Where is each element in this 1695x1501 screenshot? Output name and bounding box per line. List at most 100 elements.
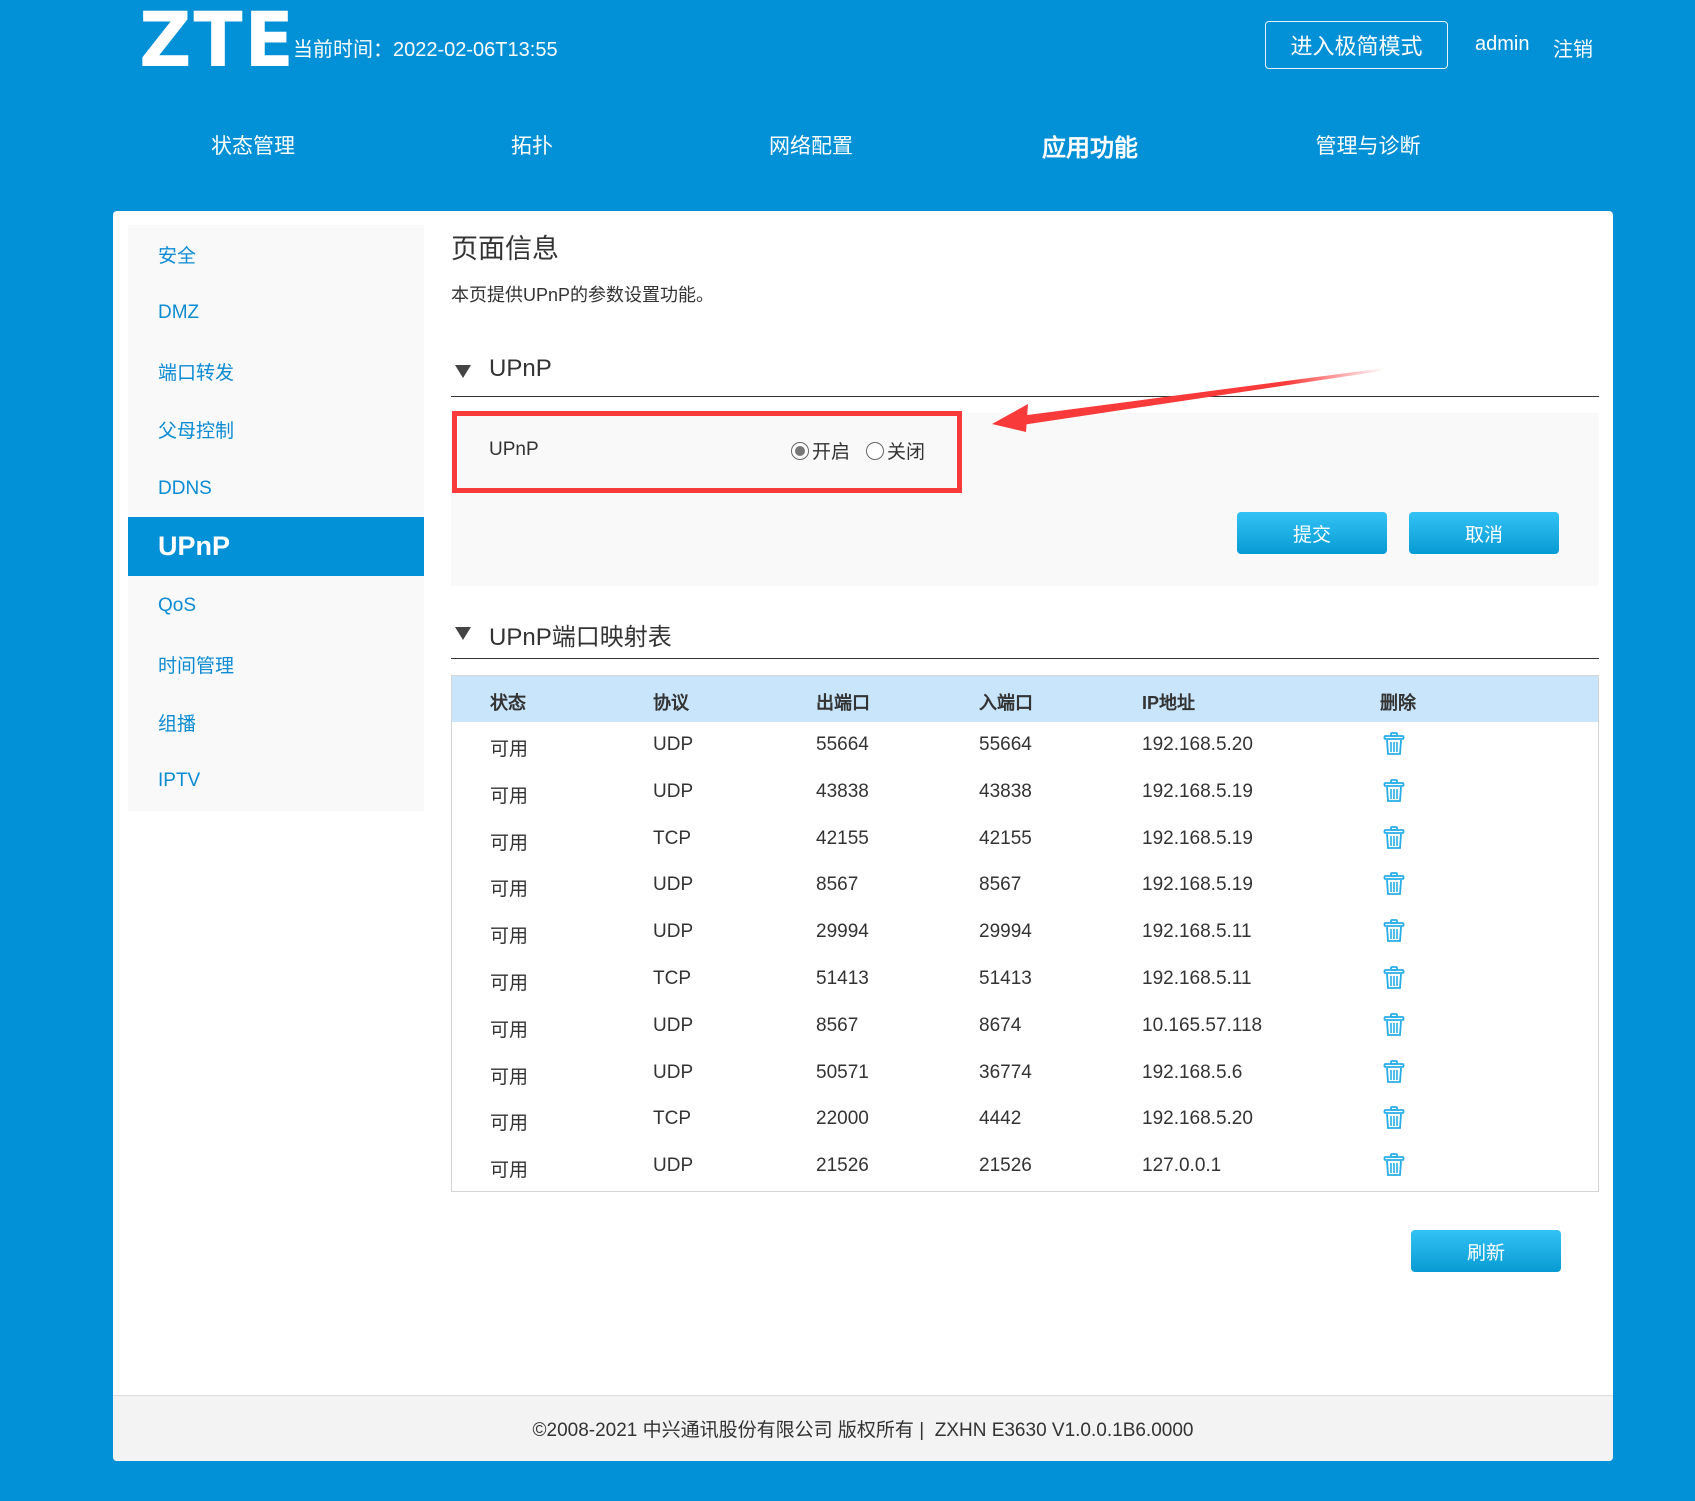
cell-ext-port: 42155: [816, 827, 869, 849]
upnp-radio-group: 开启 关闭: [791, 437, 941, 464]
cell-ext-port: 21526: [816, 1155, 869, 1177]
upnp-section-header: UPnP: [451, 347, 1599, 397]
table-row: 可用 UDP 43838 43838 192.168.5.19: [452, 769, 1598, 816]
cell-status: 可用: [490, 973, 529, 994]
cell-protocol: UDP: [653, 734, 694, 755]
col-delete: 删除: [1380, 693, 1416, 713]
cell-ip: 192.168.5.11: [1142, 921, 1252, 943]
sidebar-item-dmz[interactable]: DMZ: [128, 283, 424, 342]
nav-network-config[interactable]: 网络配置: [769, 130, 853, 160]
upnp-section-title: UPnP: [489, 355, 552, 382]
simple-mode-button[interactable]: 进入极简模式: [1265, 21, 1448, 69]
cell-protocol: TCP: [653, 827, 691, 849]
trash-icon[interactable]: [1383, 1153, 1405, 1182]
nav-management[interactable]: 管理与诊断: [1316, 130, 1421, 160]
sidebar-item-port-forwarding[interactable]: 端口转发: [128, 342, 424, 401]
submit-button[interactable]: 提交: [1237, 512, 1387, 554]
sidebar-item-upnp[interactable]: UPnP: [128, 517, 424, 576]
cell-protocol: UDP: [653, 921, 694, 943]
cell-ext-port: 29994: [816, 921, 869, 943]
page-title: 页面信息: [451, 234, 559, 264]
table-row: 可用 UDP 8567 8674 10.165.57.118: [452, 1003, 1598, 1050]
cell-ip: 192.168.5.19: [1142, 874, 1253, 896]
trash-icon[interactable]: [1383, 966, 1405, 995]
trash-icon[interactable]: [1383, 919, 1405, 948]
footer-copyright: ©2008-2021 中兴通讯股份有限公司 版权所有 | ZXHN E3630 …: [532, 1420, 1194, 1441]
sidebar-item-iptv[interactable]: IPTV: [128, 751, 424, 810]
trash-icon[interactable]: [1383, 1106, 1405, 1135]
cell-protocol: UDP: [653, 1155, 694, 1177]
sidebar-item-parental-control[interactable]: 父母控制: [128, 400, 424, 459]
radio-disable-label: 关闭: [887, 442, 926, 463]
cell-status: 可用: [490, 739, 529, 760]
cell-ext-port: 8567: [816, 874, 859, 896]
col-int-port: 入端口: [979, 693, 1033, 713]
table-row: 可用 UDP 55664 55664 192.168.5.20: [452, 722, 1598, 769]
cell-status: 可用: [490, 785, 529, 807]
cell-int-port: 36774: [979, 1061, 1032, 1083]
cell-protocol: UDP: [653, 1061, 694, 1083]
trash-icon[interactable]: [1383, 778, 1405, 808]
logout-link[interactable]: 注销: [1553, 33, 1593, 62]
cell-ip: 192.168.5.20: [1142, 1108, 1253, 1130]
nav-topology[interactable]: 拓扑: [511, 130, 553, 160]
main-nav: 状态管理 拓扑 网络配置 应用功能 管理与诊断: [0, 128, 1695, 163]
cell-status: 可用: [490, 1113, 529, 1135]
cancel-button[interactable]: 取消: [1409, 512, 1559, 554]
cell-protocol: TCP: [653, 968, 691, 989]
trash-icon[interactable]: [1383, 1059, 1405, 1089]
cell-ext-port: 22000: [816, 1108, 869, 1130]
trash-icon[interactable]: [1383, 825, 1405, 855]
nav-applications[interactable]: 应用功能: [1042, 128, 1138, 163]
cell-ip: 192.168.5.6: [1142, 1061, 1243, 1083]
sidebar-item-time-management[interactable]: 时间管理: [128, 635, 424, 694]
radio-unchecked-icon[interactable]: [866, 441, 885, 460]
sidebar-item-multicast[interactable]: 组播: [128, 693, 424, 752]
radio-enable[interactable]: 开启: [791, 437, 850, 464]
cell-ip: 127.0.0.1: [1142, 1155, 1222, 1177]
upnp-field-label: UPnP: [489, 439, 539, 460]
cell-status: 可用: [490, 1066, 529, 1088]
table-header: 状态 协议 出端口 入端口 IP地址 删除: [452, 676, 1598, 722]
table-row: 可用 UDP 29994 29994 192.168.5.11: [452, 909, 1598, 956]
port-mapping-table: 状态 协议 出端口 入端口 IP地址 删除 可用 UDP 55664 55664 192…: [451, 675, 1599, 1192]
radio-disable[interactable]: 关闭: [866, 437, 925, 464]
radio-enable-label: 开启: [812, 442, 851, 463]
collapse-triangle-icon[interactable]: [455, 365, 471, 378]
cell-status: 可用: [490, 1019, 529, 1041]
cell-int-port: 42155: [979, 827, 1032, 849]
trash-icon[interactable]: [1383, 732, 1405, 761]
user-name: admin: [1475, 33, 1530, 55]
cell-int-port: 21526: [979, 1155, 1032, 1177]
cell-int-port: 8567: [979, 874, 1022, 896]
table-row: 可用 TCP 51413 51413 192.168.5.11: [452, 956, 1598, 1003]
col-protocol: 协议: [653, 693, 689, 713]
cell-status: 可用: [490, 1160, 529, 1182]
trash-icon[interactable]: [1383, 1012, 1405, 1042]
cell-int-port: 51413: [979, 968, 1032, 989]
cell-ext-port: 51413: [816, 968, 869, 989]
cell-ext-port: 43838: [816, 780, 869, 802]
main-card: 安全 DMZ 端口转发 父母控制 DDNS UPnP QoS 时间管理 组播 I…: [113, 211, 1613, 1461]
current-time: 当前时间：2022-02-06T13:55: [293, 39, 558, 61]
cell-int-port: 43838: [979, 780, 1032, 802]
radio-checked-icon[interactable]: [791, 441, 809, 460]
collapse-triangle-icon[interactable]: [455, 627, 471, 640]
sidebar-item-ddns[interactable]: DDNS: [128, 459, 424, 518]
cell-ip: 10.165.57.118: [1142, 1014, 1263, 1036]
cell-status: 可用: [490, 832, 529, 854]
nav-status[interactable]: 状态管理: [211, 130, 295, 160]
footer: ©2008-2021 中兴通讯股份有限公司 版权所有 | ZXHN E3630 …: [113, 1395, 1613, 1461]
col-ip: IP地址: [1142, 693, 1196, 713]
cell-ip: 192.168.5.19: [1142, 827, 1253, 849]
col-ext-port: 出端口: [816, 693, 870, 713]
sidebar-item-security[interactable]: 安全: [128, 225, 424, 284]
refresh-button[interactable]: 刷新: [1411, 1230, 1561, 1272]
cell-protocol: TCP: [653, 1108, 691, 1130]
mapping-section-header: UPnP端口映射表: [451, 609, 1599, 659]
col-status: 状态: [490, 693, 526, 713]
cell-int-port: 29994: [979, 921, 1032, 943]
trash-icon[interactable]: [1383, 872, 1405, 901]
cell-ip: 192.168.5.19: [1142, 780, 1253, 802]
sidebar-item-qos[interactable]: QoS: [128, 576, 424, 635]
